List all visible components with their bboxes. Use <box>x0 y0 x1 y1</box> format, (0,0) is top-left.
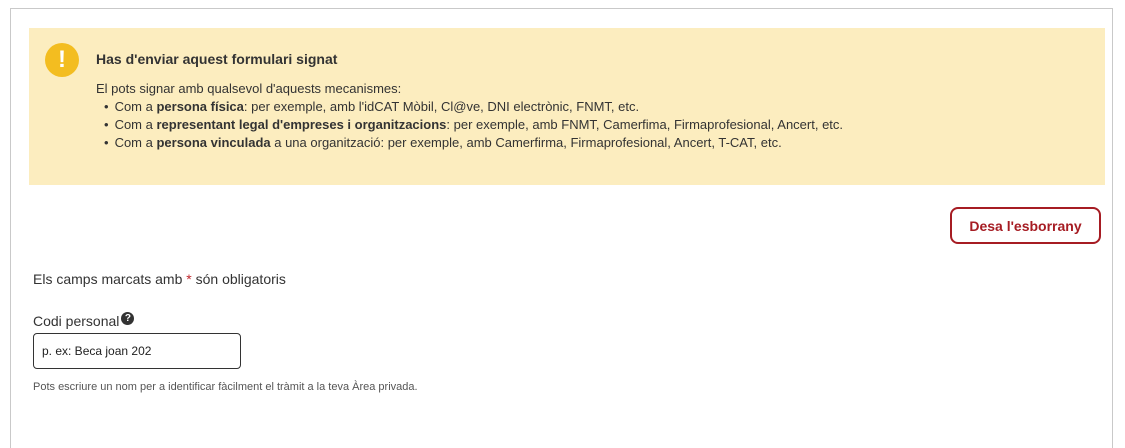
personal-code-label: Codi personal ? <box>33 311 135 329</box>
help-icon[interactable]: ? <box>121 311 135 325</box>
list-item: Com a persona vinculada a una organitzac… <box>96 134 843 152</box>
warning-icon: ! <box>45 43 79 77</box>
personal-code-hint: Pots escriure un nom per a identificar f… <box>33 381 418 393</box>
personal-code-input[interactable] <box>33 333 241 369</box>
signing-methods-list: Com a persona física: per exemple, amb l… <box>96 98 843 152</box>
alert-intro: El pots signar amb qualsevol d'aquests m… <box>96 81 402 96</box>
list-item: Com a persona física: per exemple, amb l… <box>96 98 843 116</box>
alert-title: Has d'enviar aquest formulari signat <box>96 51 338 67</box>
list-item: Com a representant legal d'empreses i or… <box>96 116 843 134</box>
required-fields-note: Els camps marcats amb * són obligatoris <box>33 271 286 287</box>
save-draft-button[interactable]: Desa l'esborrany <box>950 207 1101 244</box>
signature-warning-alert: ! Has d'enviar aquest formulari signat E… <box>29 28 1105 185</box>
